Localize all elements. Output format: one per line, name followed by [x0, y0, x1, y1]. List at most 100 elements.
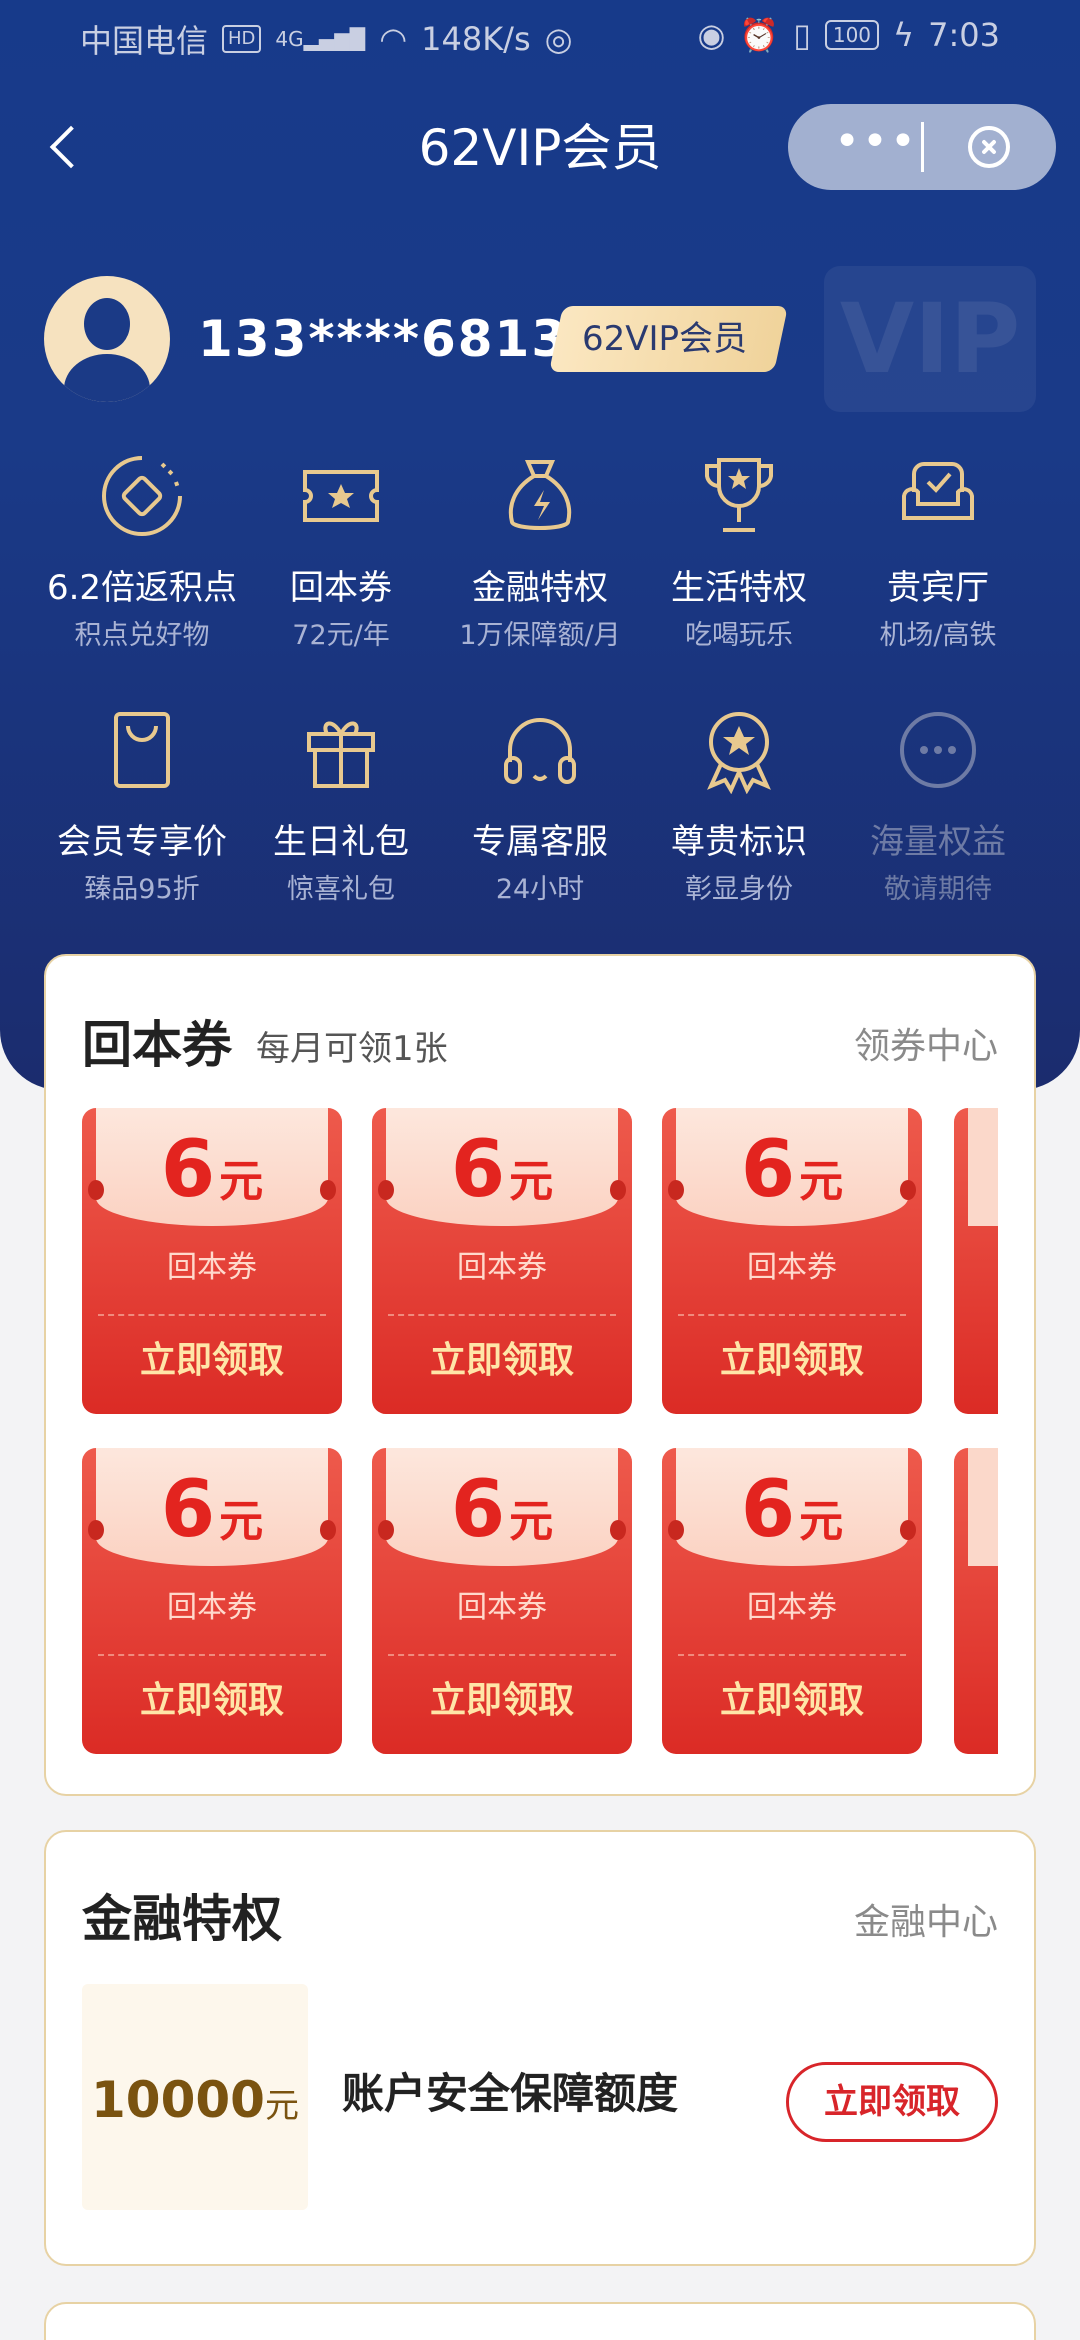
benefit-subtitle: 惊喜礼包 [287, 874, 395, 905]
coupon-item-partial[interactable] [954, 1448, 998, 1754]
protection-amount-value: 10000 [91, 2071, 265, 2129]
more-icon [900, 712, 976, 788]
benefit-title: 生活特权 [671, 568, 807, 608]
protection-amount: 10000元 [82, 2070, 308, 2136]
benefit-title: 回本券 [290, 568, 392, 608]
benefit-subtitle: 臻品95折 [84, 874, 200, 905]
coupon-divider [388, 1314, 616, 1316]
next-card [44, 2302, 1036, 2340]
benefit-subtitle: 1万保障额/月 [459, 620, 621, 651]
vip-watermark: VIP [824, 266, 1036, 412]
coupon-item[interactable]: 6元 回本券 立即领取 [662, 1108, 922, 1414]
coupon-card-subtitle: 每月可领1张 [256, 1029, 448, 1069]
capsule-divider [921, 122, 924, 172]
hd-icon: HD [222, 25, 262, 53]
network-speed: 148K/s [421, 20, 531, 58]
sofa-icon [902, 462, 974, 520]
money-bag-icon [508, 460, 572, 530]
coupon-amount-unit: 元 [799, 1496, 844, 1547]
coupon-card: 回本券 每月可领1张 领券中心 6元 回本券 立即领取 6元 回本券 立即领取 6元 回本券立… [44, 954, 1036, 1796]
coupon-amount-unit: 元 [509, 1496, 554, 1547]
benefit-subtitle: 72元/年 [292, 620, 390, 651]
app-notification-icon: ◎ [544, 20, 573, 58]
benefit-subtitle: 积点兑好物 [74, 620, 210, 651]
benefit-subtitle: 24小时 [495, 874, 585, 905]
coupon-amount: 6元 [372, 1120, 632, 1232]
more-button[interactable]: ••• [828, 120, 924, 164]
benefit-subtitle: 吃喝玩乐 [685, 620, 793, 651]
coupon-amount-value: 6 [160, 1465, 216, 1555]
claim-coupon-button[interactable]: 立即领取 [82, 1336, 342, 1386]
eye-icon: ◉ [697, 16, 726, 54]
benefit-title: 海量权益 [870, 822, 1006, 862]
coupon-amount-unit: 元 [219, 1156, 264, 1207]
claim-coupon-button[interactable]: 立即领取 [372, 1336, 632, 1386]
coupon-amount-unit: 元 [799, 1156, 844, 1207]
coupon-amount-value: 6 [740, 1465, 796, 1555]
finance-card-title: 金融特权 [82, 1890, 282, 1948]
coupon-item[interactable]: 6元回本券立即领取 [372, 1448, 632, 1754]
coupon-item[interactable]: 6元回本券立即领取 [372, 1108, 632, 1414]
coupon-item[interactable]: 6元回本券立即领取 [82, 1448, 342, 1754]
benefit-title: 会员专享价 [57, 822, 227, 862]
protection-amount-unit: 元 [264, 2086, 299, 2126]
benefit-title: 专属客服 [472, 822, 608, 862]
coupon-center-link[interactable]: 领券中心 [854, 1022, 998, 1072]
avatar-head [84, 298, 130, 350]
coupon-amount: 6元 [662, 1120, 922, 1232]
shopping-bag-icon [114, 712, 170, 788]
coupon-divider [98, 1654, 326, 1656]
benefit-title: 金融特权 [472, 568, 608, 608]
protection-title: 账户安全保障额度 [342, 2069, 679, 2118]
coupon-top [968, 1108, 998, 1226]
close-button[interactable] [968, 126, 1010, 168]
claim-coupon-button[interactable]: 立即领取 [372, 1676, 632, 1726]
coupon-item-partial[interactable] [954, 1108, 998, 1414]
benefit-title: 6.2倍返积点 [46, 568, 238, 608]
coupon-label: 回本券 [457, 1250, 547, 1285]
claim-protection-button[interactable]: 立即领取 [786, 2062, 998, 2142]
finance-center-link[interactable]: 金融中心 [854, 1898, 998, 1948]
claim-coupon-button[interactable]: 立即领取 [662, 1336, 922, 1386]
avatar[interactable] [44, 276, 170, 402]
signal-icon: 4G▂▄▆█ [275, 27, 366, 51]
coupon-amount: 6元 [82, 1460, 342, 1572]
medal-icon [707, 712, 771, 794]
benefit-subtitle: 机场/高铁 [879, 620, 997, 651]
network-type-label: 4G [275, 27, 304, 51]
charging-icon: ϟ [893, 16, 915, 54]
status-bar: 中国电信 HD 4G▂▄▆█ ◠ 148K/s ◎ ◉ ⏰ ▯ 100 ϟ 7:… [0, 0, 1080, 72]
coupon-amount: 6元 [82, 1120, 342, 1232]
coupon-divider [678, 1314, 906, 1316]
claim-coupon-button[interactable]: 立即领取 [82, 1676, 342, 1726]
clock: 7:03 [928, 16, 1000, 54]
coupon-amount-value: 6 [740, 1125, 796, 1215]
coupon-divider [678, 1654, 906, 1656]
coupon-item[interactable]: 6元回本券立即领取 [82, 1108, 342, 1414]
coupon-label: 回本券 [167, 1250, 257, 1285]
vip-level-label: 62VIP会员 [582, 319, 748, 359]
ticket-star-icon [303, 470, 379, 522]
coupon-item[interactable]: 6元回本券立即领取 [662, 1448, 922, 1754]
coupon-divider [388, 1654, 616, 1656]
coupon-amount-value: 6 [450, 1125, 506, 1215]
coupon-divider [98, 1314, 326, 1316]
mini-program-capsule: ••• [788, 104, 1056, 190]
coupon-amount-value: 6 [450, 1465, 506, 1555]
coupon-label: 回本券 [457, 1590, 547, 1625]
coupon-card-title: 回本券 [82, 1016, 232, 1074]
gift-icon [307, 721, 375, 788]
benefit-title: 尊贵标识 [671, 822, 807, 862]
wifi-icon: ◠ [379, 20, 408, 58]
avatar-body [64, 354, 150, 402]
carrier-label: 中国电信 [80, 22, 209, 60]
coupon-amount-value: 6 [160, 1125, 216, 1215]
coupon-label: 回本券 [747, 1590, 837, 1625]
benefit-subtitle: 彰显身份 [685, 874, 793, 905]
benefit-subtitle: 敬请期待 [884, 874, 992, 905]
alarm-icon: ⏰ [739, 16, 780, 54]
coupon-amount: 6元 [372, 1460, 632, 1572]
claim-coupon-button[interactable]: 立即领取 [662, 1676, 922, 1726]
coupon-label: 回本券 [167, 1590, 257, 1625]
coupon-amount-unit: 元 [219, 1496, 264, 1547]
